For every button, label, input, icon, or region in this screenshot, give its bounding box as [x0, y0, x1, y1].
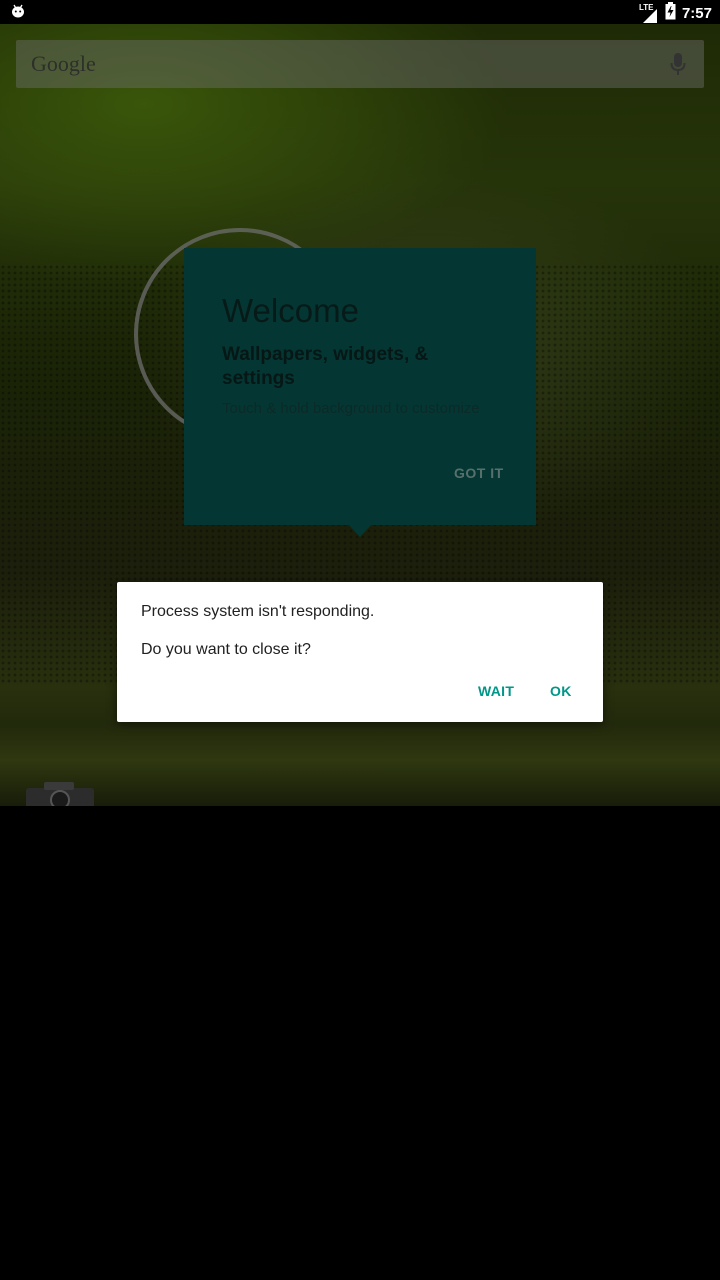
google-search-bar[interactable]: Google	[16, 40, 704, 88]
status-bar: LTE 7:57	[0, 0, 720, 24]
dialog-message: Process system isn't responding.	[141, 603, 375, 620]
welcome-card-pointer	[349, 525, 371, 537]
wallpaper-horizon	[0, 724, 720, 806]
welcome-hint: Touch & hold background to customize	[222, 400, 480, 417]
camera-icon[interactable]	[24, 780, 96, 806]
got-it-button[interactable]: GOT IT	[454, 465, 504, 481]
welcome-card: Welcome Wallpapers, widgets, & settings …	[184, 248, 536, 525]
welcome-title: Welcome	[222, 292, 359, 329]
wait-button[interactable]: WAIT	[478, 683, 514, 699]
signal-icon: LTE	[639, 3, 659, 23]
welcome-subtitle: Wallpapers, widgets, & settings	[222, 344, 429, 389]
anr-dialog: Process system isn't responding. Do you …	[117, 582, 603, 722]
dialog-question: Do you want to close it?	[141, 641, 311, 658]
google-logo: Google	[31, 51, 96, 76]
clock: 7:57	[681, 5, 712, 22]
android-debug-icon	[10, 3, 26, 24]
battery-charging-icon	[665, 2, 676, 25]
mic-icon[interactable]	[670, 52, 686, 81]
ok-button[interactable]: OK	[550, 683, 572, 699]
